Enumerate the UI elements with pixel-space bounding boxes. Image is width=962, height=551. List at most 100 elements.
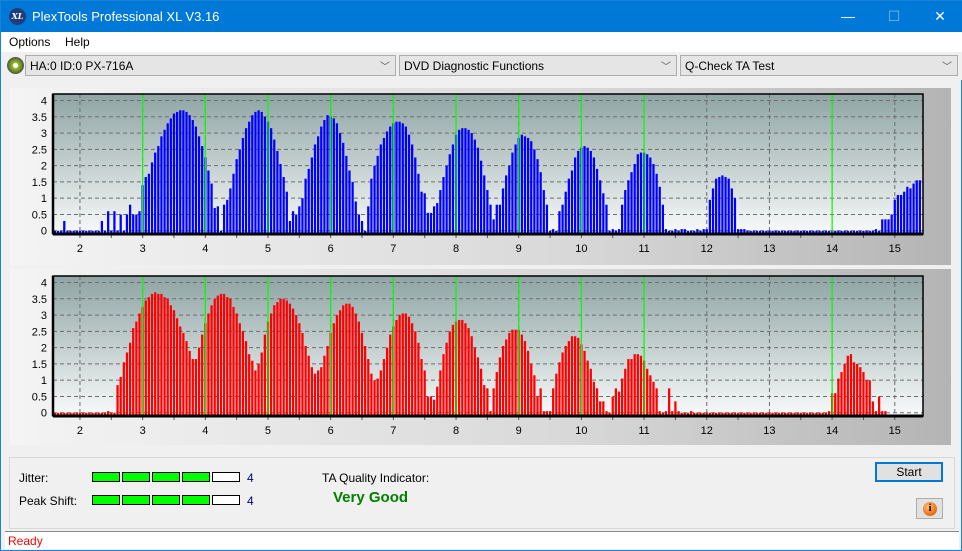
bar bbox=[577, 337, 580, 416]
bar bbox=[668, 388, 671, 416]
bar bbox=[317, 370, 320, 416]
close-button[interactable]: ✕ bbox=[917, 1, 962, 32]
bar bbox=[182, 332, 185, 416]
bar bbox=[364, 346, 367, 416]
bar bbox=[216, 295, 219, 416]
bar bbox=[326, 115, 329, 234]
y-tick-label: 3 bbox=[41, 128, 47, 140]
bar bbox=[182, 110, 185, 234]
bar bbox=[602, 401, 605, 416]
bar bbox=[624, 368, 627, 416]
bar bbox=[577, 150, 580, 234]
bar bbox=[708, 199, 712, 234]
bottom-chart-panel: 0 0.5 1 1.5 2 2.5 3 3.5 4 2 3 4 5 6 7 8 9 10 11 12 13 14 15 bbox=[10, 269, 951, 445]
bar bbox=[715, 178, 718, 234]
function-select[interactable]: DVD Diagnostic Functions ﹀ bbox=[399, 55, 677, 76]
bar bbox=[144, 300, 147, 416]
bar bbox=[395, 121, 398, 234]
bar bbox=[157, 293, 160, 416]
bar bbox=[501, 188, 505, 234]
menu-options[interactable]: Options bbox=[9, 35, 50, 49]
menu-help[interactable]: Help bbox=[65, 35, 90, 49]
bar bbox=[423, 370, 426, 416]
bar bbox=[282, 298, 285, 416]
bar bbox=[373, 165, 376, 234]
chevron-down-icon: ﹀ bbox=[661, 62, 671, 73]
bar bbox=[426, 396, 429, 416]
bar bbox=[420, 191, 423, 234]
bar bbox=[357, 214, 361, 234]
bar bbox=[505, 175, 508, 234]
peak-shift-segment bbox=[212, 495, 240, 505]
bar bbox=[125, 352, 129, 416]
start-button[interactable]: Start bbox=[875, 462, 943, 482]
y-tick-label: 2.5 bbox=[32, 144, 47, 156]
bar bbox=[169, 118, 172, 234]
bar bbox=[633, 164, 636, 234]
bar bbox=[169, 305, 172, 416]
bar bbox=[201, 146, 204, 234]
drive-select[interactable]: HA:0 ID:0 PX-716A ﹀ bbox=[25, 55, 396, 76]
x-tick-label: 7 bbox=[390, 243, 396, 255]
bar bbox=[150, 293, 154, 416]
bar bbox=[464, 323, 467, 416]
bar bbox=[536, 396, 539, 416]
x-tick-label: 3 bbox=[140, 243, 146, 255]
bar bbox=[385, 131, 389, 234]
bar bbox=[226, 199, 229, 234]
bar bbox=[439, 370, 442, 416]
bar bbox=[345, 303, 348, 416]
x-tick-label: 14 bbox=[826, 425, 838, 437]
bar bbox=[135, 214, 138, 234]
x-tick-label: 12 bbox=[701, 243, 713, 255]
bar bbox=[185, 341, 188, 416]
bar bbox=[730, 188, 733, 234]
y-tick-label: 1 bbox=[41, 193, 47, 205]
bar bbox=[884, 219, 887, 234]
bar bbox=[652, 381, 655, 416]
bar bbox=[649, 375, 652, 416]
bar bbox=[630, 359, 633, 416]
bar bbox=[417, 173, 420, 234]
bar bbox=[633, 354, 636, 416]
bar bbox=[843, 363, 846, 416]
bar bbox=[389, 126, 392, 234]
bar bbox=[304, 346, 307, 416]
bar bbox=[235, 159, 238, 234]
bar bbox=[467, 328, 470, 416]
test-select[interactable]: Q-Check TA Test ﹀ bbox=[680, 55, 958, 76]
info-button[interactable]: i bbox=[916, 498, 943, 519]
bar bbox=[207, 170, 210, 234]
bar bbox=[395, 319, 398, 416]
peak-shift-segment bbox=[152, 495, 180, 505]
bar bbox=[896, 194, 900, 234]
bar bbox=[530, 363, 533, 416]
bar bbox=[617, 391, 621, 416]
ta-quality-value: Very Good bbox=[333, 489, 409, 506]
peak-shift-segment bbox=[122, 495, 150, 505]
bar bbox=[335, 315, 339, 416]
top-chart: 0 0.5 1 1.5 2 2.5 3 3.5 4 2 3 4 5 6 7 8 9 10 11 12 13 14 15 bbox=[32, 93, 924, 255]
bar bbox=[232, 306, 235, 416]
bar bbox=[918, 180, 921, 234]
bar bbox=[175, 111, 179, 234]
bar bbox=[288, 220, 292, 234]
bar bbox=[238, 149, 241, 234]
bar bbox=[589, 368, 592, 416]
bar bbox=[501, 346, 505, 416]
x-tick-label: 13 bbox=[763, 425, 775, 437]
minimize-button[interactable]: — bbox=[825, 1, 871, 32]
y-tick-label: 4 bbox=[41, 96, 47, 108]
bar bbox=[595, 388, 599, 416]
bar bbox=[849, 354, 853, 416]
bar bbox=[636, 354, 639, 416]
maximize-button[interactable]: ☐ bbox=[871, 1, 917, 32]
bar bbox=[138, 313, 141, 416]
bar bbox=[442, 354, 445, 416]
bar bbox=[342, 305, 345, 416]
bar bbox=[172, 310, 176, 416]
jitter-segment bbox=[212, 472, 240, 482]
bar bbox=[307, 355, 310, 416]
bar bbox=[476, 147, 480, 234]
bar bbox=[561, 204, 564, 234]
